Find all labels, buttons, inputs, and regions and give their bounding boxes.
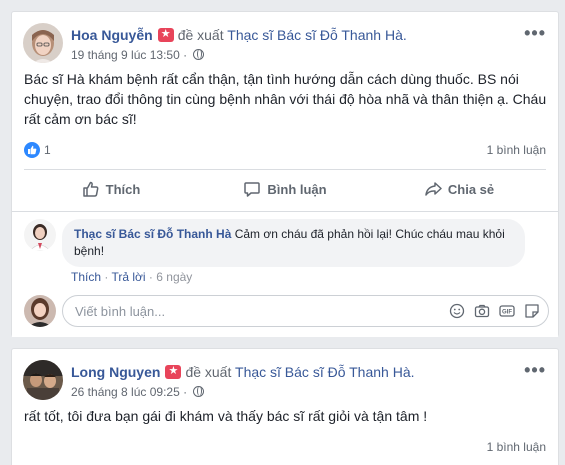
review-text: rất tốt, tôi đưa bạn gái đi khám và thấy…	[24, 408, 428, 424]
divider	[24, 169, 546, 170]
reply-actions: Thích · Trả lời · 6 ngày	[71, 270, 193, 284]
input-icons: GIF	[449, 303, 540, 319]
avatar-image	[23, 360, 63, 400]
more-options-icon[interactable]: •••	[524, 24, 546, 42]
reply-time[interactable]: 6 ngày	[156, 270, 192, 284]
author-name[interactable]: Hoa Nguyễn	[71, 27, 153, 43]
post-meta: 19 tháng 9 lúc 13:50 ·	[71, 47, 205, 63]
comment-label: Bình luận	[267, 181, 327, 197]
avatar[interactable]	[23, 360, 63, 400]
page-avatar[interactable]	[24, 219, 56, 251]
timestamp[interactable]: 26 tháng 8 lúc 09:25	[71, 385, 180, 399]
svg-text:GIF: GIF	[502, 310, 512, 316]
like-count: 1	[44, 143, 51, 157]
page-link[interactable]: Thạc sĩ Bác sĩ Đỗ Thanh Hà.	[227, 27, 407, 43]
share-button[interactable]: Chia sẻ	[372, 173, 546, 205]
timestamp[interactable]: 19 tháng 9 lúc 13:50	[71, 48, 180, 62]
avatar-image	[23, 23, 63, 63]
reply-like-link[interactable]: Thích	[71, 270, 101, 284]
page-link[interactable]: Thạc sĩ Bác sĩ Đỗ Thanh Hà.	[235, 364, 415, 380]
recommends-text: đề xuất	[185, 364, 232, 380]
like-label: Thích	[105, 181, 141, 197]
like-button[interactable]: Thích	[24, 173, 198, 205]
reaction-summary[interactable]: 1	[24, 142, 51, 158]
post-header: Long Nguyen đề xuất Thạc sĩ Bác sĩ Đỗ Tha…	[71, 363, 415, 381]
share-label: Chia sẻ	[447, 181, 495, 197]
comment-placeholder: Viết bình luận...	[75, 303, 166, 319]
recommend-icon	[157, 27, 174, 42]
current-user-avatar[interactable]	[24, 295, 56, 327]
gif-icon[interactable]: GIF	[499, 303, 515, 319]
comment-icon	[244, 182, 261, 197]
reply-author[interactable]: Thạc sĩ Bác sĩ Đỗ Thanh Hà	[74, 227, 231, 241]
author-name[interactable]: Long Nguyen	[71, 364, 160, 380]
recommend-icon	[165, 364, 182, 379]
review-card: Hoa Nguyễn đề xuất Thạc sĩ Bác sĩ Đỗ Than…	[11, 11, 559, 337]
camera-icon[interactable]	[474, 303, 490, 319]
sticker-icon[interactable]	[524, 303, 540, 319]
comment-input[interactable]: Viết bình luận... GIF	[62, 295, 549, 327]
post-header: Hoa Nguyễn đề xuất Thạc sĩ Bác sĩ Đỗ Than…	[71, 26, 407, 44]
doctor-avatar-image	[24, 219, 56, 251]
avatar[interactable]	[23, 23, 63, 63]
user-avatar-image	[24, 295, 56, 327]
more-options-icon[interactable]: •••	[524, 361, 546, 379]
comment-button[interactable]: Bình luận	[198, 173, 372, 205]
reply-bubble: Thạc sĩ Bác sĩ Đỗ Thanh Hà Cảm ơn cháu đ…	[62, 219, 525, 267]
like-reaction-icon	[24, 142, 40, 158]
globe-icon	[193, 386, 205, 397]
review-text: Bác sĩ Hà khám bệnh rất cẩn thận, tận tì…	[24, 71, 547, 127]
recommends-text: đề xuất	[177, 27, 224, 43]
post-meta: 26 tháng 8 lúc 09:25 ·	[71, 384, 205, 400]
globe-icon	[193, 49, 205, 60]
share-icon	[425, 182, 442, 196]
review-card: Long Nguyen đề xuất Thạc sĩ Bác sĩ Đỗ Tha…	[11, 348, 559, 465]
thumbs-up-icon	[82, 181, 99, 197]
comment-count[interactable]: 1 bình luận	[487, 439, 546, 455]
reply-reply-link[interactable]: Trả lời	[111, 270, 145, 284]
emoji-icon[interactable]	[449, 303, 465, 319]
comments-section: Thạc sĩ Bác sĩ Đỗ Thanh Hà Cảm ơn cháu đ…	[12, 211, 558, 337]
comment-count[interactable]: 1 bình luận	[487, 142, 546, 158]
action-bar: Thích Bình luận Chia sẻ	[24, 173, 546, 205]
